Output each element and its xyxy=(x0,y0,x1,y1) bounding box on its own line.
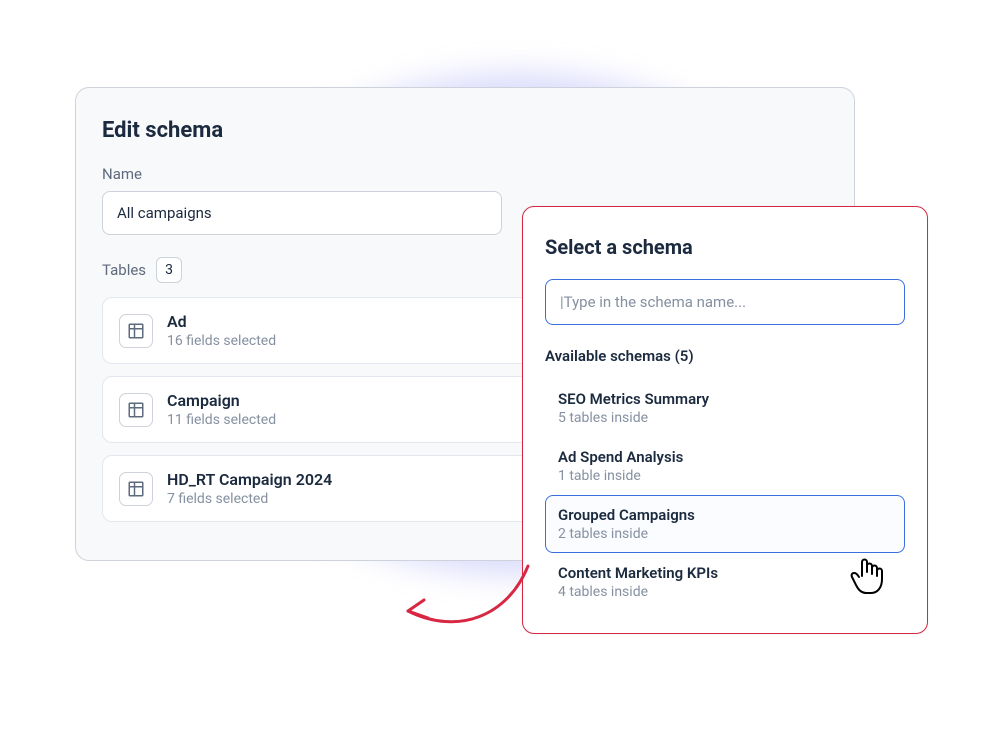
schema-option[interactable]: Content Marketing KPIs 4 tables inside xyxy=(545,553,905,611)
table-fields-count: 7 fields selected xyxy=(167,491,332,507)
schema-option-sub: 4 tables inside xyxy=(558,584,892,600)
name-label: Name xyxy=(102,165,828,183)
table-fields-count: 16 fields selected xyxy=(167,333,276,349)
schema-option-sub: 2 tables inside xyxy=(558,526,892,542)
schema-search-input[interactable] xyxy=(545,279,905,325)
table-name: Campaign xyxy=(167,391,276,410)
schema-option-name: Ad Spend Analysis xyxy=(558,448,892,466)
schema-option-sub: 1 table inside xyxy=(558,468,892,484)
schema-list: SEO Metrics Summary 5 tables inside Ad S… xyxy=(545,379,905,611)
schema-name-input[interactable] xyxy=(102,191,502,235)
table-fields-count: 11 fields selected xyxy=(167,412,276,428)
select-schema-popup: Select a schema Available schemas (5) SE… xyxy=(522,206,928,634)
schema-option-name: Grouped Campaigns xyxy=(558,506,892,524)
schema-option[interactable]: SEO Metrics Summary 5 tables inside xyxy=(545,379,905,437)
schema-option-name: Content Marketing KPIs xyxy=(558,564,892,582)
schema-option[interactable]: Grouped Campaigns 2 tables inside xyxy=(545,495,905,553)
table-name: HD_RT Campaign 2024 xyxy=(167,470,332,489)
available-schemas-label: Available schemas (5) xyxy=(545,347,905,365)
edit-schema-title: Edit schema xyxy=(102,118,828,143)
schema-option-sub: 5 tables inside xyxy=(558,410,892,426)
select-schema-title: Select a schema xyxy=(545,235,905,259)
tables-count-badge: 3 xyxy=(156,257,182,283)
table-name: Ad xyxy=(167,312,276,331)
table-icon xyxy=(119,472,153,506)
table-icon xyxy=(119,314,153,348)
schema-option-name: SEO Metrics Summary xyxy=(558,390,892,408)
schema-option[interactable]: Ad Spend Analysis 1 table inside xyxy=(545,437,905,495)
tables-label: Tables xyxy=(102,261,146,279)
table-icon xyxy=(119,393,153,427)
